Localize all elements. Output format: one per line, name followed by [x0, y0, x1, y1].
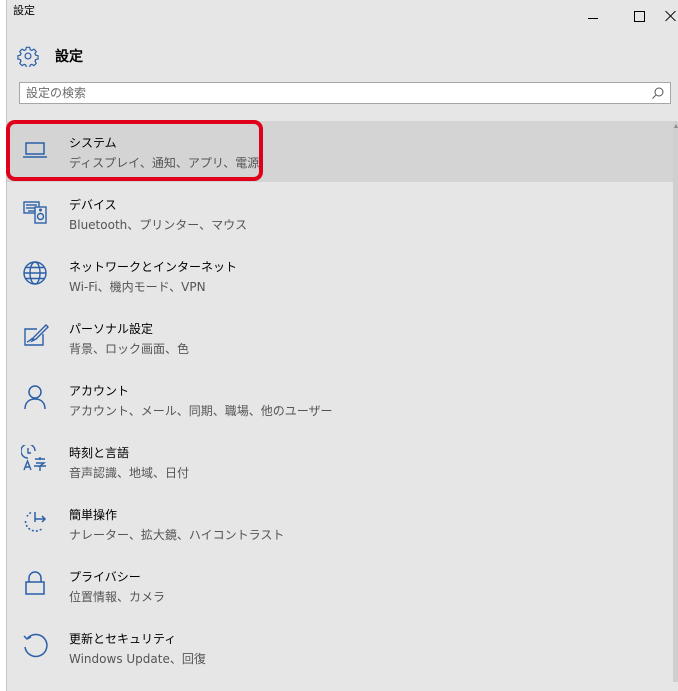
- category-network[interactable]: ネットワークとインターネット Wi-Fi、機内モード、VPN: [7, 246, 673, 306]
- page-header: 設定: [17, 42, 83, 70]
- category-accounts[interactable]: アカウント アカウント、メール、同期、職場、他のユーザー: [7, 370, 673, 430]
- vertical-scrollbar[interactable]: [673, 122, 678, 682]
- category-update-security[interactable]: 更新とセキュリティ Windows Update、回復: [7, 618, 673, 678]
- search-box[interactable]: [19, 82, 671, 104]
- close-button[interactable]: [663, 4, 678, 28]
- title-bar[interactable]: 設定: [7, 0, 678, 30]
- category-description: アカウント、メール、同期、職場、他のユーザー: [69, 404, 333, 418]
- settings-window: 設定 設定 設定の検索 システム ディスプレイ、通知、アプリ、電源 デバイス B…: [0, 0, 678, 691]
- category-description: 背景、ロック画面、色: [69, 342, 190, 356]
- category-name: 時刻と言語: [69, 446, 130, 460]
- personalize-pen-icon: [21, 321, 49, 349]
- category-description: Windows Update、回復: [69, 652, 206, 666]
- scroll-up-arrow-icon[interactable]: [674, 124, 678, 128]
- minimize-icon: [588, 17, 598, 19]
- category-devices[interactable]: デバイス Bluetooth、プリンター、マウス: [7, 184, 673, 244]
- settings-panel: 設定 設定 設定の検索 システム ディスプレイ、通知、アプリ、電源 デバイス B…: [6, 0, 678, 691]
- category-name: プライバシー: [69, 570, 141, 584]
- search-input[interactable]: [26, 85, 646, 101]
- time-language-icon: [20, 443, 49, 473]
- minimize-button[interactable]: [575, 4, 611, 28]
- category-privacy[interactable]: プライバシー 位置情報、カメラ: [7, 556, 673, 616]
- category-name: デバイス: [69, 198, 117, 212]
- category-system[interactable]: システム ディスプレイ、通知、アプリ、電源: [7, 122, 673, 182]
- category-description: Wi-Fi、機内モード、VPN: [69, 280, 206, 294]
- keyboard-speaker-icon: [21, 197, 49, 225]
- close-icon: [665, 10, 677, 22]
- ease-of-access-icon: [21, 507, 49, 535]
- category-name: 更新とセキュリティ: [69, 632, 177, 646]
- window-title: 設定: [13, 4, 35, 17]
- category-ease-of-access[interactable]: 簡単操作 ナレーター、拡大鏡、ハイコントラスト: [7, 494, 673, 554]
- update-icon: [21, 631, 49, 659]
- maximize-icon: [633, 10, 645, 22]
- category-time-language[interactable]: 時刻と言語 音声認識、地域、日付: [7, 432, 673, 492]
- category-personalization[interactable]: パーソナル設定 背景、ロック画面、色: [7, 308, 673, 368]
- category-description: Bluetooth、プリンター、マウス: [69, 218, 248, 232]
- lock-icon: [21, 569, 49, 597]
- gear-icon: [17, 46, 39, 67]
- maximize-button[interactable]: [621, 4, 657, 28]
- category-description: 音声認識、地域、日付: [69, 466, 190, 480]
- category-name: 簡単操作: [69, 508, 118, 522]
- person-icon: [21, 383, 49, 411]
- laptop-icon: [21, 135, 49, 163]
- category-name: ネットワークとインターネット: [69, 260, 238, 274]
- globe-icon: [21, 259, 49, 287]
- category-name: システム: [69, 136, 117, 150]
- category-description: 位置情報、カメラ: [69, 590, 166, 604]
- page-title: 設定: [55, 49, 83, 65]
- category-description: ディスプレイ、通知、アプリ、電源: [69, 156, 260, 170]
- search-icon[interactable]: [651, 86, 665, 100]
- category-name: アカウント: [69, 384, 130, 398]
- category-description: ナレーター、拡大鏡、ハイコントラスト: [69, 528, 285, 542]
- category-name: パーソナル設定: [69, 322, 154, 336]
